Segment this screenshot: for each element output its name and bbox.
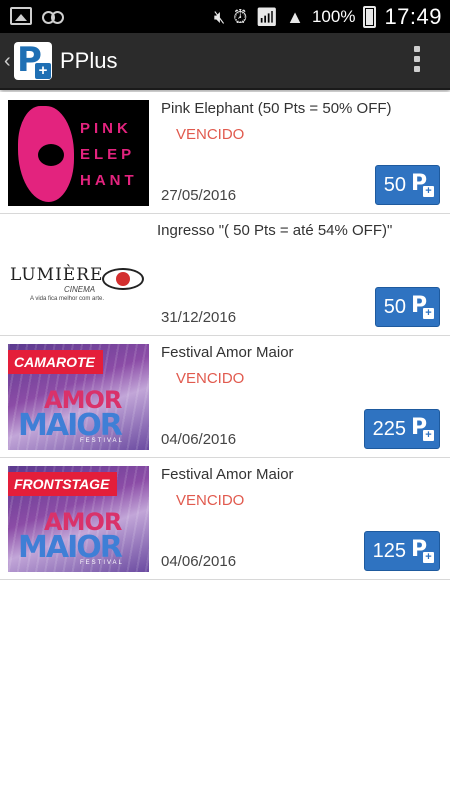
- list-item[interactable]: LUMIÈRE CINEMA A vida fica melhor com arte…: [0, 214, 450, 336]
- thumbnail-text: A vida fica melhor com arte.: [30, 296, 105, 302]
- offer-thumbnail: FRONTSTAGE AMOR MAIOR FESTIVAL: [8, 466, 149, 572]
- battery-icon: [363, 6, 377, 28]
- points-icon: P +: [411, 537, 434, 563]
- offer-thumbnail: LUMIÈRE CINEMA A vida fica melhor com arte…: [8, 222, 149, 328]
- status-badge: VENCIDO: [176, 370, 245, 387]
- points-icon: P +: [411, 171, 434, 197]
- status-badge: VENCIDO: [176, 492, 245, 509]
- voicemail-icon: [42, 7, 64, 25]
- wifi-icon: 📶︎: [255, 6, 279, 27]
- redeem-points-button[interactable]: 50 P +: [374, 287, 440, 327]
- overflow-menu-icon[interactable]: [414, 46, 422, 72]
- thumbnail-text: FESTIVAL: [80, 438, 124, 444]
- thumbnail-badge: FRONTSTAGE: [8, 472, 118, 496]
- points-value: 225: [372, 417, 406, 440]
- elephant-logo-icon: [18, 106, 74, 202]
- thumbnail-badge: CAMAROTE: [8, 350, 103, 374]
- offer-date: 04/06/2016: [161, 431, 237, 448]
- points-value: 50: [383, 173, 406, 196]
- status-bar: 🔇︎ ⏰︎ 📶︎ ▲ 100% 17:49: [0, 0, 450, 33]
- app-title: PPlus: [60, 48, 118, 73]
- points-icon: P +: [411, 293, 434, 319]
- offer-title: Festival Amor Maior: [161, 466, 294, 483]
- redeem-points-button[interactable]: 125 P +: [363, 531, 440, 571]
- thumbnail-text: FESTIVAL: [80, 560, 124, 566]
- app-logo[interactable]: P +: [14, 40, 52, 80]
- status-badge: VENCIDO: [176, 126, 245, 143]
- clock: 17:49: [384, 4, 442, 29]
- points-value: 125: [372, 539, 406, 562]
- list-item[interactable]: CAMAROTE AMOR MAIOR FESTIVAL Festival Amor M…: [0, 336, 450, 458]
- offer-date: 27/05/2016: [161, 187, 237, 204]
- points-icon: P +: [411, 415, 434, 441]
- list-item[interactable]: FRONTSTAGE AMOR MAIOR FESTIVAL Festival Amor…: [0, 458, 450, 580]
- offer-title: Pink Elephant (50 Pts = 50% OFF): [161, 100, 392, 117]
- offer-thumbnail: PINK ELEP HANT: [8, 100, 149, 206]
- points-value: 50: [383, 295, 406, 318]
- thumbnail-text: PINK: [80, 120, 132, 137]
- back-chevron-icon[interactable]: ‹: [4, 50, 11, 73]
- thumbnail-text: HANT: [80, 172, 138, 189]
- offer-date: 04/06/2016: [161, 553, 237, 570]
- mute-icon: 🔇︎: [213, 6, 226, 27]
- list-item[interactable]: PINK ELEP HANT Pink Elephant (50 Pts = 50% …: [0, 92, 450, 214]
- offer-title: Festival Amor Maior: [161, 344, 294, 361]
- offers-list: PINK ELEP HANT Pink Elephant (50 Pts = 50% …: [0, 92, 450, 580]
- offer-date: 31/12/2016: [161, 309, 237, 326]
- battery-percent: 100%: [311, 7, 356, 26]
- redeem-points-button[interactable]: 50 P +: [374, 165, 440, 205]
- redeem-points-button[interactable]: 225 P +: [363, 409, 440, 449]
- offer-title: Ingresso "( 50 Pts = até 54% OFF)": [157, 222, 393, 239]
- thumbnail-text: CINEMA: [64, 285, 96, 294]
- alarm-icon: ⏰︎: [233, 6, 248, 27]
- image-icon: [10, 7, 32, 25]
- thumbnail-text: ELEP: [80, 146, 136, 163]
- action-bar: ‹ P + PPlus: [0, 33, 450, 90]
- offer-thumbnail: CAMAROTE AMOR MAIOR FESTIVAL: [8, 344, 149, 450]
- signal-icon: ▲: [286, 6, 304, 27]
- eye-logo-icon: [102, 268, 144, 290]
- thumbnail-text: LUMIÈRE: [10, 265, 104, 285]
